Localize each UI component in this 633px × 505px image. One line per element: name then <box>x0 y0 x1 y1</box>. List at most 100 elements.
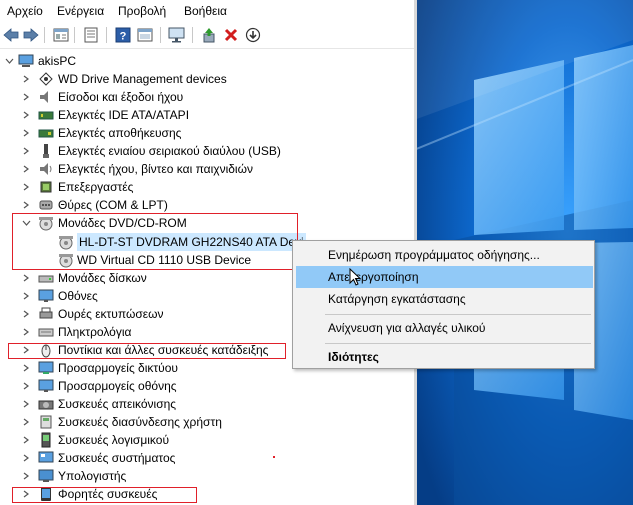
menu-properties[interactable]: Ιδιότητες <box>296 346 593 368</box>
forward-icon[interactable] <box>22 26 40 44</box>
computer-icon <box>18 53 34 69</box>
software-device-icon <box>38 432 54 448</box>
expand-chevron-icon[interactable] <box>21 377 31 395</box>
tree-category[interactable]: Προσαρμογείς οθόνης <box>0 377 414 395</box>
expand-chevron-icon[interactable] <box>21 467 31 485</box>
tree-item-label: Ελεγκτές ενιαίου σειριακού διαύλου (USB) <box>58 144 281 158</box>
tree-category[interactable]: Ελεγκτές IDE ATA/ATAPI <box>0 106 414 124</box>
scan-hardware-icon[interactable] <box>168 26 186 44</box>
port-icon <box>38 197 54 213</box>
sound-controller-icon <box>38 161 54 177</box>
tree-item-label: Προσαρμογείς δικτύου <box>58 361 178 375</box>
expand-chevron-icon[interactable] <box>21 431 31 449</box>
menu-uninstall-device[interactable]: Κατάργηση εγκατάστασης <box>296 288 593 310</box>
expand-chevron-icon[interactable] <box>21 413 31 431</box>
tree-item-label: Ουρές εκτυπώσεων <box>58 307 164 321</box>
tree-item-label: Ελεγκτές IDE ATA/ATAPI <box>58 108 190 122</box>
tree-item-label: Υπολογιστής <box>58 469 127 483</box>
tree-category[interactable]: Υπολογιστής <box>0 467 414 485</box>
disk-drive-icon <box>38 270 54 286</box>
svg-text:?: ? <box>120 31 127 43</box>
expand-chevron-icon[interactable] <box>21 449 31 467</box>
audio-io-icon <box>38 89 54 105</box>
expand-chevron-icon[interactable] <box>21 70 31 88</box>
uninstall-icon[interactable] <box>222 26 240 44</box>
imaging-device-icon <box>38 396 54 412</box>
menu-update-driver[interactable]: Ενημέρωση προγράμματος οδήγησης... <box>296 244 593 266</box>
menu-view[interactable]: Προβολή <box>118 4 166 18</box>
usb-controller-icon <box>38 143 54 159</box>
tree-category[interactable]: Συσκευές διασύνδεσης χρήστη <box>0 413 414 431</box>
menu-help[interactable]: Βοήθεια <box>184 4 227 18</box>
expand-chevron-icon[interactable] <box>21 287 31 305</box>
tree-category[interactable]: Θύρες (COM & LPT) <box>0 196 414 214</box>
tree-category[interactable]: Ελεγκτές ήχου, βίντεο και παιχνιδιών <box>0 160 414 178</box>
tree-item-label: Προσαρμογείς οθόνης <box>58 379 177 393</box>
tree-item-label: Θύρες (COM & LPT) <box>58 198 168 212</box>
console-icon[interactable] <box>136 26 154 44</box>
properties-view-icon[interactable] <box>52 26 70 44</box>
expand-chevron-icon[interactable] <box>21 88 31 106</box>
tree-category[interactable]: Συσκευές συστήματος <box>0 449 414 467</box>
tree-item-label: Συσκευές λογισμικού <box>58 433 169 447</box>
expand-chevron-icon[interactable] <box>21 124 31 142</box>
keyboard-icon <box>38 324 54 340</box>
menu-action[interactable]: Ενέργεια <box>57 4 104 18</box>
list-view-icon[interactable] <box>82 26 100 44</box>
tree-root[interactable]: akisPC <box>0 52 414 70</box>
computer-icon <box>38 468 54 484</box>
mouse-cursor-icon <box>349 268 362 286</box>
network-adapter-icon <box>38 360 54 376</box>
tree-item-label: WD Drive Management devices <box>58 72 227 86</box>
tree-item-label: Πληκτρολόγια <box>58 325 132 339</box>
menu-file[interactable]: Αρχείο <box>7 4 43 18</box>
expand-chevron-icon[interactable] <box>21 305 31 323</box>
ide-controller-icon <box>38 107 54 123</box>
menu-scan-hardware[interactable]: Ανίχνευση για αλλαγές υλικού <box>296 317 593 339</box>
annotation-dvd-box <box>12 213 298 270</box>
menu-disable-device[interactable]: Απενεργοποίηση <box>296 266 593 288</box>
tree-item-label: Συσκευές συστήματος <box>58 451 176 465</box>
monitor-icon <box>38 288 54 304</box>
expand-chevron-icon[interactable] <box>21 395 31 413</box>
help-icon[interactable]: ? <box>114 26 132 44</box>
toolbar: ? <box>0 22 414 49</box>
tree-item-label: Ελεγκτές αποθήκευσης <box>58 126 182 140</box>
expand-chevron-icon[interactable] <box>21 142 31 160</box>
expand-chevron-icon[interactable] <box>21 106 31 124</box>
expand-chevron-icon[interactable] <box>21 323 31 341</box>
tree-item-label: akisPC <box>38 54 77 68</box>
tree-item-label: Συσκευές διασύνδεσης χρήστη <box>58 415 222 429</box>
print-queue-icon <box>38 306 54 322</box>
annotation-mouse-box <box>8 343 286 359</box>
display-adapter-icon <box>38 378 54 394</box>
tree-category[interactable]: Ελεγκτές αποθήκευσης <box>0 124 414 142</box>
update-driver-icon[interactable] <box>200 26 218 44</box>
collapse-chevron-icon[interactable] <box>4 52 14 70</box>
tree-category[interactable]: Είσοδοι και έξοδοι ήχου <box>0 88 414 106</box>
system-device-icon <box>38 450 54 466</box>
expand-chevron-icon[interactable] <box>21 178 31 196</box>
storage-controller-icon <box>38 125 54 141</box>
expand-chevron-icon[interactable] <box>21 196 31 214</box>
tree-category[interactable]: Ελεγκτές ενιαίου σειριακού διαύλου (USB) <box>0 142 414 160</box>
expand-chevron-icon[interactable] <box>21 269 31 287</box>
hid-icon <box>38 414 54 430</box>
tree-category[interactable]: WD Drive Management devices <box>0 70 414 88</box>
wd-drive-icon <box>38 71 54 87</box>
menu-bar: Αρχείο Ενέργεια Προβολή Βοήθεια <box>0 0 414 22</box>
tree-category[interactable]: Συσκευές λογισμικού <box>0 431 414 449</box>
tree-category[interactable]: Συσκευές απεικόνισης <box>0 395 414 413</box>
tree-item-label: Μονάδες δίσκων <box>58 271 147 285</box>
annotation-portable-box <box>12 487 197 503</box>
tree-category[interactable]: Επεξεργαστές <box>0 178 414 196</box>
tree-item-label: Συσκευές απεικόνισης <box>58 397 177 411</box>
expand-chevron-icon[interactable] <box>21 359 31 377</box>
expand-chevron-icon[interactable] <box>21 160 31 178</box>
tree-item-label: Είσοδοι και έξοδοι ήχου <box>58 90 184 104</box>
tree-item-label: Επεξεργαστές <box>58 180 134 194</box>
tree-item-label: Οθόνες <box>58 289 98 303</box>
disable-device-icon[interactable] <box>244 26 262 44</box>
tree-item-label: Ελεγκτές ήχου, βίντεο και παιχνιδιών <box>58 162 253 176</box>
back-icon[interactable] <box>2 26 20 44</box>
